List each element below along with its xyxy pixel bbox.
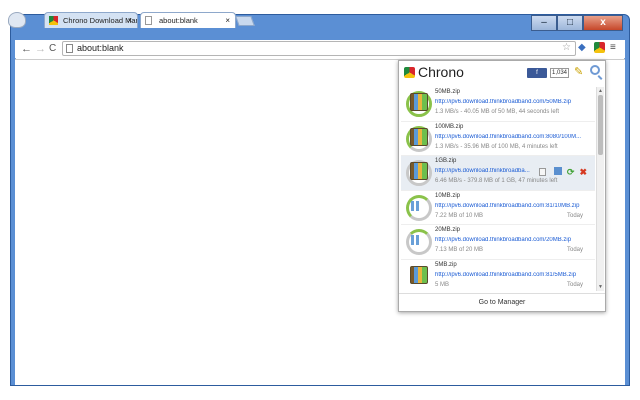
- go-to-manager-link[interactable]: Go to Manager: [399, 293, 605, 311]
- extension-shield-icon[interactable]: ◆: [578, 42, 586, 53]
- file-name: 50MB.zip: [435, 89, 461, 95]
- window-controls: – □ x: [531, 15, 623, 31]
- file-url[interactable]: http://ipv6.download.thinkbroadband.com:…: [435, 272, 591, 278]
- chrono-extension-icon[interactable]: [594, 42, 605, 53]
- back-icon[interactable]: ←: [21, 43, 32, 55]
- scroll-down-icon[interactable]: ▼: [598, 284, 603, 290]
- tab-label: about:blank: [159, 16, 198, 25]
- scroll-thumb[interactable]: [598, 95, 603, 155]
- close-window-button[interactable]: x: [583, 15, 623, 31]
- clear-brush-icon[interactable]: ✎: [574, 65, 583, 78]
- zip-file-icon: [410, 93, 428, 111]
- forward-icon[interactable]: →: [35, 43, 46, 55]
- address-bar[interactable]: about:blank: [62, 41, 576, 56]
- search-icon[interactable]: [590, 65, 600, 75]
- chrono-logo-icon: [404, 67, 415, 78]
- file-status: 6.46 MB/s - 379.8 MB of 1 GB, 47 minutes…: [435, 178, 558, 184]
- item-actions: ⟳ ✖: [553, 167, 587, 177]
- download-item[interactable]: 1GB.zip http://ipv6.download.thinkbroadb…: [401, 156, 595, 191]
- page-icon: [66, 44, 73, 53]
- tab-close-icon[interactable]: ×: [127, 13, 132, 28]
- file-url[interactable]: http://ipv6.download.thinkbroadband.com:…: [435, 134, 591, 140]
- file-name: 10MB.zip: [435, 192, 461, 199]
- new-tab-button[interactable]: [235, 16, 255, 26]
- file-date: Today: [566, 281, 583, 288]
- file-status: 7.13 MB of 20 MB: [435, 247, 484, 253]
- browser-window: – □ x Chrono Download Mar × about:blank …: [0, 0, 640, 400]
- star-icon[interactable]: ☆: [562, 42, 571, 53]
- file-status: 1.3 MB/s - 35.96 MB of 100 MB, 4 minutes…: [435, 143, 558, 150]
- file-date: Today: [566, 212, 583, 219]
- file-status: 7.22 MB of 10 MB: [435, 212, 484, 219]
- menu-icon[interactable]: ≡: [610, 42, 616, 53]
- download-item[interactable]: 20MB.zip http://ipv6.download.thinkbroad…: [401, 225, 595, 260]
- file-url[interactable]: http://ipv6.download.thinkbroadband.com/…: [435, 237, 591, 243]
- retry-icon[interactable]: ⟳: [567, 167, 575, 177]
- list-scrollbar[interactable]: ▲ ▼: [596, 87, 604, 291]
- tab-chrono[interactable]: Chrono Download Mar ×: [44, 12, 138, 28]
- file-url[interactable]: http://ipv6.download.thinkbroadband.com/…: [435, 99, 591, 105]
- download-list: 50MB.zip http://ipv6.download.thinkbroad…: [401, 87, 595, 291]
- download-item[interactable]: 50MB.zip http://ipv6.download.thinkbroad…: [401, 87, 595, 122]
- file-url[interactable]: http://ipv6.download.thinkbroadband.com:…: [435, 203, 591, 209]
- pause-icon[interactable]: [411, 200, 414, 211]
- scroll-up-icon[interactable]: ▲: [598, 88, 603, 94]
- file-status: 1.3 MB/s - 40.05 MB of 50 MB, 44 seconds…: [435, 109, 560, 115]
- delete-icon[interactable]: ✖: [579, 167, 587, 177]
- file-name: 5MB.zip: [435, 261, 457, 268]
- file-name: 1GB.zip: [435, 158, 457, 164]
- zip-file-icon: [410, 265, 428, 284]
- maximize-button[interactable]: □: [557, 15, 583, 31]
- profile-icon[interactable]: [8, 12, 26, 28]
- tab-close-icon[interactable]: ×: [225, 13, 230, 28]
- popup-header: Chrono f 1,034 ✎: [399, 61, 605, 85]
- chrono-tab-icon: [49, 16, 58, 25]
- minimize-button[interactable]: –: [531, 15, 557, 31]
- file-status: 5 MB: [435, 281, 450, 288]
- file-name: 100MB.zip: [435, 123, 464, 130]
- pause-icon[interactable]: [411, 235, 414, 245]
- like-count: 1,034: [550, 68, 569, 78]
- toolbar: ← → C about:blank ☆ ◆ ≡: [15, 40, 625, 58]
- download-item[interactable]: 10MB.zip http://ipv6.download.thinkbroad…: [401, 191, 595, 225]
- progress-ring: [406, 229, 432, 255]
- reload-icon[interactable]: C: [49, 43, 56, 54]
- file-url[interactable]: http://ipv6.download.thinkbroadba...: [435, 168, 539, 174]
- chrono-popup: Chrono f 1,034 ✎ 50MB.zip http://ipv6.do…: [398, 60, 606, 312]
- page-icon: [145, 16, 152, 25]
- show-folder-icon[interactable]: [553, 167, 562, 175]
- progress-ring: [406, 194, 432, 221]
- tab-about-blank[interactable]: about:blank ×: [140, 12, 236, 28]
- copy-link-icon[interactable]: [539, 168, 546, 176]
- zip-file-icon: [410, 127, 428, 146]
- download-item[interactable]: 5MB.zip http://ipv6.download.thinkbroadb…: [401, 260, 595, 292]
- facebook-like-button[interactable]: f: [527, 68, 547, 78]
- address-text: about:blank: [77, 43, 124, 53]
- file-name: 20MB.zip: [435, 227, 461, 233]
- download-item[interactable]: 100MB.zip http://ipv6.download.thinkbroa…: [401, 122, 595, 156]
- file-date: Today: [566, 247, 583, 253]
- zip-file-icon: [410, 162, 428, 180]
- popup-title: Chrono: [418, 64, 464, 80]
